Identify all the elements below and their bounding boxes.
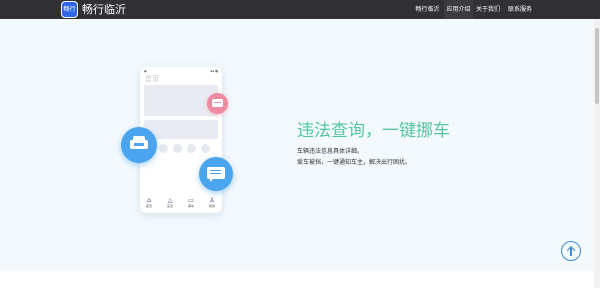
back-to-top-button[interactable]: [561, 241, 581, 261]
nav-item-about[interactable]: 关于我们: [473, 0, 503, 19]
car-icon: ▭: [188, 197, 194, 204]
phone-tab-profile: ♙ 我的: [204, 197, 220, 208]
feature-description-line: 爱车被挡，一键通知车主，解决出行困扰。: [297, 159, 412, 166]
nav-item-app-intro[interactable]: 应用介绍: [444, 0, 473, 19]
top-navbar: 畅行 畅行临沂 畅行临沂 应用介绍 关于我们 联系服务: [0, 0, 600, 19]
home-icon: ⌂: [147, 197, 151, 204]
phone-menu-dot: [173, 144, 182, 153]
car-bubble-icon: [121, 127, 157, 163]
feature-headline: 违法查询，一键挪车: [297, 121, 450, 141]
phone-menu-dot: [187, 144, 196, 153]
phone-status-left: ●: [144, 69, 147, 73]
nav-item-contact[interactable]: 联系服务: [503, 0, 537, 19]
app-logo[interactable]: 畅行: [61, 1, 78, 18]
phone-menu-dot: [201, 144, 210, 153]
feature-section: [0, 19, 600, 271]
phone-tab-violation: △ 违法: [162, 197, 178, 208]
scrollbar-thumb[interactable]: [595, 28, 599, 104]
nav-item-home[interactable]: 畅行临沂: [411, 0, 444, 19]
warning-icon: △: [167, 197, 173, 204]
chat-bubble-icon: [199, 157, 233, 191]
feature-description-line: 车辆违法信息具体详细。: [297, 148, 364, 155]
phone-tab-move-car: ▭ 挪车: [183, 197, 199, 208]
phone-status-right: ▪▪ ■: [210, 69, 218, 73]
notice-bubble-icon: [207, 93, 228, 114]
phone-tab-home: ⌂ 首页: [141, 197, 157, 208]
phone-page-title: 首页: [145, 75, 159, 83]
phone-menu-dot: [159, 144, 168, 153]
brand-name[interactable]: 畅行临沂: [82, 2, 126, 17]
user-icon: ♙: [209, 197, 215, 204]
